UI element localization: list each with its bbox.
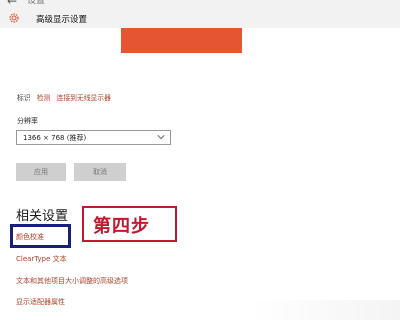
step-annotation-text: 第四步	[93, 216, 150, 237]
identify-link[interactable]: 标识	[17, 94, 31, 102]
bottom-fade	[250, 300, 400, 320]
settings-app-label: 设置	[27, 0, 46, 6]
cancel-button[interactable]: 取消	[74, 163, 126, 181]
chevron-down-icon	[157, 135, 165, 140]
gear-icon	[9, 13, 19, 23]
resolution-dropdown[interactable]: 1366 × 768 (推荐)	[16, 130, 171, 145]
adapter-properties-link[interactable]: 显示适配器属性	[16, 297, 65, 307]
apply-button[interactable]: 应用	[16, 163, 66, 181]
display-links-row: 标识 检测 连接到无线显示器	[17, 92, 115, 102]
display-monitor-preview[interactable]	[121, 28, 242, 53]
detect-link[interactable]: 检测	[37, 94, 51, 102]
related-settings-heading: 相关设置	[16, 209, 69, 224]
page-title: 高级显示设置	[36, 15, 88, 25]
highlight-annotation-box	[10, 224, 71, 248]
cleartype-text-link[interactable]: ClearType 文本	[16, 254, 67, 264]
resolution-label: 分辨率	[17, 117, 38, 125]
back-arrow-icon[interactable]: ←	[7, 0, 17, 8]
wireless-display-link[interactable]: 连接到无线显示器	[57, 94, 111, 102]
step-annotation-box: 第四步	[82, 206, 177, 242]
resolution-value: 1366 × 768 (推荐)	[23, 134, 87, 142]
title-bar: ← 设置 高级显示设置	[0, 0, 400, 28]
advanced-sizing-link[interactable]: 文本和其他项目大小调整的高级选项	[16, 276, 128, 286]
